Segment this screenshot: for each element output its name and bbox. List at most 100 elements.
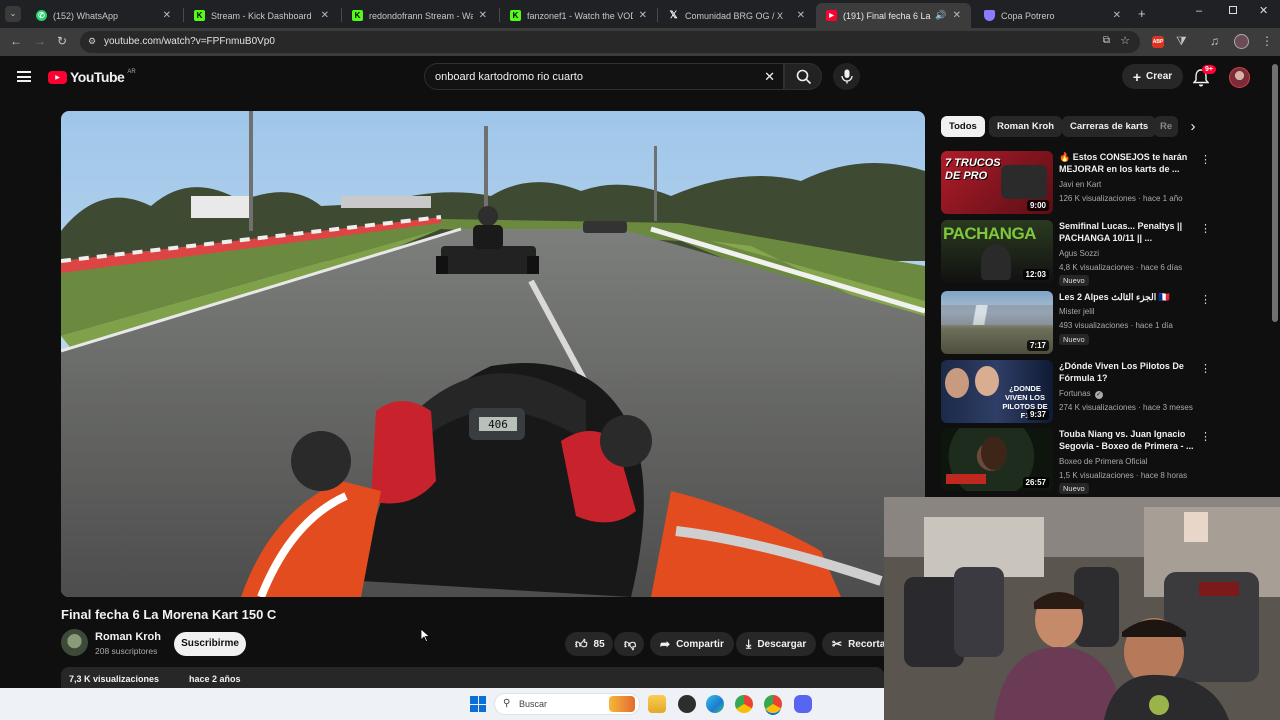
browser-tab-strip: ⌄ ✆ (152) WhatsApp ✕ K Stream - Kick Das… bbox=[0, 0, 1280, 28]
video-thumbnail[interactable]: 7 TRUCOS DE PRO 9:00 bbox=[941, 151, 1053, 214]
recommendation-item[interactable]: 7 TRUCOS DE PRO 9:00 🔥 Estos CONSEJOS te… bbox=[941, 151, 1211, 215]
channel-avatar[interactable] bbox=[61, 629, 88, 656]
video-thumbnail[interactable]: 26:57 bbox=[941, 428, 1053, 491]
subscribe-button[interactable]: Suscribirme bbox=[174, 632, 246, 656]
address-bar[interactable]: ⚙ youtube.com/watch?v=FPFnmuB0Vp0 ⧉ ☆ bbox=[80, 31, 1140, 53]
like-button[interactable]: 👍︎ 85 bbox=[565, 632, 613, 656]
adblock-extension-icon[interactable]: ABP bbox=[1152, 36, 1164, 48]
video-title[interactable]: Semifinal Lucas... Penaltys || PACHANGA … bbox=[1059, 220, 1194, 244]
tab-x-comunidad[interactable]: 𝕏 Comunidad BRG OG / X ✕ bbox=[658, 3, 815, 28]
site-info-icon[interactable]: ⚙ bbox=[88, 36, 96, 47]
video-thumbnail[interactable]: ¿DONDE VIVEN LOS PILOTOS DE F1 9:37 bbox=[941, 360, 1053, 423]
tab-redondofrann[interactable]: K redondofrann Stream - Watch l ✕ bbox=[342, 3, 497, 28]
minimize-button[interactable]: – bbox=[1196, 5, 1202, 17]
clear-search-icon[interactable]: ✕ bbox=[764, 69, 775, 85]
dislike-button[interactable]: 👎︎ bbox=[614, 632, 644, 656]
tab-kick-dashboard[interactable]: K Stream - Kick Dashboard ✕ bbox=[184, 3, 339, 28]
more-actions-icon[interactable]: ⋮ bbox=[1200, 293, 1211, 306]
page-scrollbar[interactable] bbox=[1272, 64, 1278, 322]
video-player[interactable]: 406 bbox=[61, 111, 925, 597]
install-app-icon[interactable]: ⧉ bbox=[1103, 35, 1110, 46]
speedometer-reading: 406 bbox=[488, 418, 508, 431]
video-thumbnail[interactable]: PACHANGA 12:03 bbox=[941, 220, 1053, 283]
file-explorer-icon[interactable] bbox=[648, 695, 666, 713]
restore-button[interactable] bbox=[1229, 6, 1237, 14]
more-actions-icon[interactable]: ⋮ bbox=[1200, 222, 1211, 235]
recommendation-item[interactable]: 7:17 Les 2 Alpes الجزء الثالث 🇫🇷 Mister … bbox=[941, 291, 1211, 355]
video-meta: 126 K visualizaciones · hace 1 año bbox=[1059, 194, 1183, 203]
chevron-right-icon[interactable]: › bbox=[1182, 116, 1204, 138]
channel-name[interactable]: Roman Kroh bbox=[95, 631, 161, 643]
edge-icon[interactable] bbox=[706, 695, 724, 713]
description-box[interactable]: 7,3 K visualizaciones hace 2 años bbox=[61, 667, 884, 688]
video-title[interactable]: Les 2 Alpes الجزء الثالث 🇫🇷 bbox=[1059, 291, 1194, 303]
video-duration: 7:17 bbox=[1026, 340, 1049, 351]
chrome-active-icon[interactable] bbox=[764, 695, 782, 713]
tab-whatsapp[interactable]: ✆ (152) WhatsApp ✕ bbox=[26, 3, 181, 28]
channel-name[interactable]: Boxeo de Primera Oficial bbox=[1059, 457, 1147, 466]
chip-all[interactable]: Todos bbox=[941, 116, 985, 137]
video-title[interactable]: ¿Dónde Viven Los Pilotos De Fórmula 1? bbox=[1059, 360, 1194, 384]
recommendation-item[interactable]: ¿DONDE VIVEN LOS PILOTOS DE F1 9:37 ¿Dón… bbox=[941, 360, 1211, 424]
media-controls-icon[interactable]: ♫ bbox=[1210, 34, 1219, 48]
voice-search-button[interactable] bbox=[833, 63, 860, 90]
download-button[interactable]: ⤓ Descargar bbox=[736, 632, 817, 656]
search-input[interactable]: onboard kartodromo rio cuarto ✕ bbox=[424, 63, 784, 90]
back-icon[interactable]: ← bbox=[10, 34, 22, 48]
video-frame-karting-onboard: 406 bbox=[61, 111, 925, 597]
more-actions-icon[interactable]: ⋮ bbox=[1200, 153, 1211, 166]
channel-name[interactable]: Agus Sozzi bbox=[1059, 249, 1099, 258]
chip-related[interactable]: Re bbox=[1154, 116, 1178, 137]
profile-avatar[interactable] bbox=[1234, 34, 1249, 49]
notification-badge: 9+ bbox=[1202, 65, 1216, 74]
channel-name[interactable]: Mister jelil bbox=[1059, 307, 1095, 316]
video-title[interactable]: Touba Niang vs. Juan Ignacio Segovia - B… bbox=[1059, 428, 1194, 452]
more-actions-icon[interactable]: ⋮ bbox=[1200, 430, 1211, 443]
notifications-button[interactable]: 9+ bbox=[1192, 65, 1216, 87]
close-icon[interactable]: ✕ bbox=[321, 10, 329, 21]
share-button[interactable]: ➦ Compartir bbox=[650, 632, 734, 656]
close-icon[interactable]: ✕ bbox=[797, 10, 805, 21]
chip-karting[interactable]: Carreras de karts bbox=[1062, 116, 1157, 137]
hamburger-menu-icon[interactable] bbox=[17, 71, 31, 82]
youtube-logo[interactable]: ▶ YouTube AR bbox=[48, 69, 136, 85]
tab-list-button[interactable]: ⌄ bbox=[5, 6, 21, 22]
audio-playing-icon[interactable]: 🔊 bbox=[935, 10, 946, 21]
x-icon: 𝕏 bbox=[669, 10, 678, 21]
tab-copa-potrero[interactable]: Copa Potrero ✕ bbox=[974, 3, 1131, 28]
taskbar-search[interactable]: ⚲ Buscar bbox=[494, 693, 640, 715]
close-icon[interactable]: ✕ bbox=[479, 10, 487, 21]
tab-youtube-active[interactable]: ▶ (191) Final fecha 6 La Morena 🔊 ✕ bbox=[816, 3, 971, 28]
chip-channel[interactable]: Roman Kroh bbox=[989, 116, 1062, 137]
channel-name[interactable]: Fortunas ✓ bbox=[1059, 389, 1103, 399]
new-tab-button[interactable]: + bbox=[1138, 6, 1146, 21]
tab-fanzonef1[interactable]: K fanzonef1 - Watch the VOD on ✕ bbox=[500, 3, 657, 28]
close-icon[interactable]: ✕ bbox=[953, 10, 961, 21]
close-icon[interactable]: ✕ bbox=[1113, 10, 1121, 21]
video-title[interactable]: 🔥 Estos CONSEJOS te harán MEJORAR en los… bbox=[1059, 151, 1194, 175]
close-window-button[interactable]: ✕ bbox=[1259, 4, 1268, 17]
close-icon[interactable]: ✕ bbox=[639, 10, 647, 21]
tab-title: Comunidad BRG OG / X bbox=[685, 10, 784, 21]
bookmark-star-icon[interactable]: ☆ bbox=[1120, 34, 1130, 47]
extensions-puzzle-icon[interactable]: ⧩ bbox=[1176, 34, 1187, 49]
forward-icon[interactable]: → bbox=[34, 34, 46, 48]
reload-icon[interactable]: ↻ bbox=[57, 34, 67, 48]
recommendation-item[interactable]: 26:57 Touba Niang vs. Juan Ignacio Segov… bbox=[941, 428, 1211, 494]
obs-icon[interactable] bbox=[678, 695, 696, 713]
channel-name[interactable]: Javi en Kart bbox=[1059, 180, 1101, 189]
menu-kebab-icon[interactable]: ⋮ bbox=[1261, 34, 1273, 48]
windows-start-icon[interactable] bbox=[470, 696, 486, 712]
close-icon[interactable]: ✕ bbox=[163, 10, 171, 21]
clip-button[interactable]: ✂ Recortar bbox=[822, 632, 884, 656]
video-thumbnail[interactable]: 7:17 bbox=[941, 291, 1053, 354]
more-actions-icon[interactable]: ⋮ bbox=[1200, 362, 1211, 375]
account-avatar[interactable] bbox=[1229, 67, 1250, 88]
tab-title: Copa Potrero bbox=[1001, 10, 1055, 21]
create-button[interactable]: + Crear bbox=[1122, 64, 1183, 89]
video-title: Final fecha 6 La Morena Kart 150 C bbox=[61, 607, 277, 622]
recommendation-item[interactable]: PACHANGA 12:03 Semifinal Lucas... Penalt… bbox=[941, 220, 1211, 286]
chrome-icon[interactable] bbox=[735, 695, 753, 713]
discord-icon[interactable] bbox=[794, 695, 812, 713]
search-button[interactable] bbox=[784, 63, 822, 90]
